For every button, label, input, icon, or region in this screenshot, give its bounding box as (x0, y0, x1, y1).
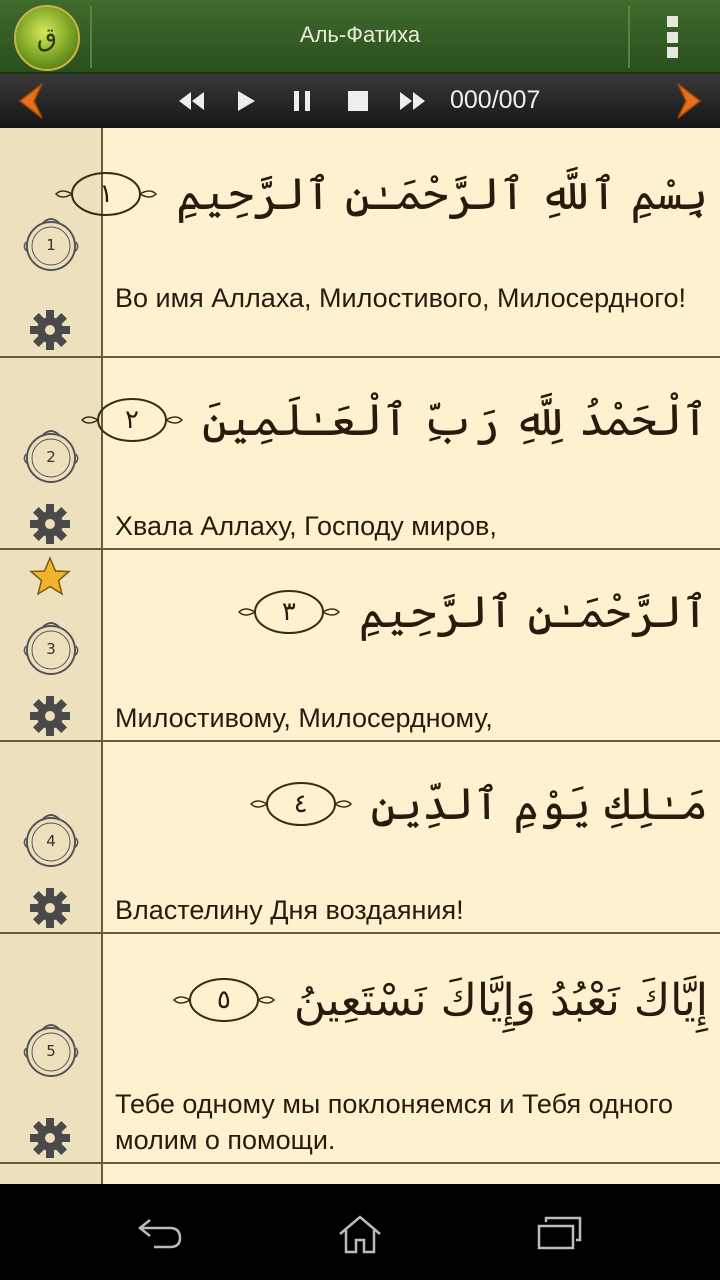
verse-settings-gear-icon[interactable] (28, 694, 72, 738)
ayah-number-frame: ٥ (172, 974, 276, 1026)
play-icon[interactable] (231, 86, 261, 116)
verse-translation: Во имя Аллаха, Милостивого, Милосердного… (115, 283, 686, 313)
verse-row[interactable] (0, 1164, 720, 1184)
pause-icon[interactable] (287, 86, 317, 116)
divider (628, 6, 630, 68)
verse-gutter: 4 (0, 742, 103, 932)
app-bar: ق Аль-Фатиха (0, 0, 720, 74)
verse-translation: Властелину Дня воздаяния! (115, 895, 464, 925)
verse-number-medal: 1 (20, 212, 82, 274)
arabic-verse-text: مَـٰلِكِ يَوْمِ ٱلدِّينِ ٤ (249, 778, 708, 830)
verse-gutter (0, 1164, 103, 1184)
arabic-verse-text: بِسْمِ ٱللَّهِ ٱلرَّحْمَـٰنِ ٱلرَّحِيمِ … (54, 168, 708, 220)
next-surah-icon[interactable] (670, 80, 712, 122)
fast-forward-icon[interactable] (398, 86, 428, 116)
home-icon[interactable] (336, 1214, 384, 1254)
verse-gutter: 1 (0, 128, 103, 356)
verse-row[interactable]: 2 ٱلْحَمْدُ لِلَّهِ رَبِّ ٱلْعَـٰلَمِينَ… (0, 358, 720, 550)
verse-row[interactable]: 3 ٱلرَّحْمَـٰنِ ٱلرَّحِيمِ ٣ Милостивому… (0, 550, 720, 742)
verse-list[interactable]: 1 بِسْمِ ٱللَّهِ ٱلرَّحْمَـٰنِ ٱلرَّحِيم… (0, 128, 720, 1184)
ayah-number-frame: ٣ (237, 586, 341, 638)
verse-translation: Милостивому, Милосердному, (115, 703, 493, 733)
page-title: Аль-Фатиха (299, 22, 421, 47)
verse-translation: Тебе одному мы поклоняемся и Тебя одного… (115, 1089, 674, 1155)
verse-row[interactable]: 5 إِيَّاكَ نَعْبُدُ وَإِيَّاكَ نَسْتَعِي… (0, 934, 720, 1164)
verse-settings-gear-icon[interactable] (28, 886, 72, 930)
verse-gutter: 5 (0, 934, 103, 1162)
system-nav-bar (0, 1184, 720, 1280)
arabic-verse-text: ٱلرَّحْمَـٰنِ ٱلرَّحِيمِ ٣ (237, 586, 708, 638)
verse-gutter: 3 (0, 550, 103, 740)
ayah-number-frame: ٤ (249, 778, 353, 830)
ayah-number-frame: ٢ (80, 394, 184, 446)
verse-number-medal: 3 (20, 616, 82, 678)
verse-number-medal: 4 (20, 808, 82, 870)
verse-row[interactable]: 1 بِسْمِ ٱللَّهِ ٱلرَّحْمَـٰنِ ٱلرَّحِيم… (0, 128, 720, 358)
arabic-verse-text: ٱلْحَمْدُ لِلَّهِ رَبِّ ٱلْعَـٰلَمِينَ ٢ (80, 394, 708, 446)
arabic-verse-text: إِيَّاكَ نَعْبُدُ وَإِيَّاكَ نَسْتَعِينُ… (172, 974, 708, 1026)
verse-gutter: 2 (0, 358, 103, 548)
verse-counter: 000/007 (450, 86, 541, 114)
recent-apps-icon[interactable] (536, 1214, 584, 1250)
prev-surah-icon[interactable] (8, 80, 50, 122)
verse-settings-gear-icon[interactable] (28, 502, 72, 546)
audio-player-bar: 000/007 (0, 74, 720, 128)
verse-number-medal: 2 (20, 424, 82, 486)
stop-icon[interactable] (343, 86, 373, 116)
quran-logo-icon[interactable]: ق (14, 5, 80, 71)
verse-translation: Хвала Аллаху, Господу миров, (115, 511, 497, 541)
ayah-number-frame: ١ (54, 168, 158, 220)
overflow-menu-icon[interactable] (662, 16, 682, 58)
verse-settings-gear-icon[interactable] (28, 1116, 72, 1160)
bookmark-star-icon[interactable] (29, 556, 71, 598)
verse-settings-gear-icon[interactable] (28, 308, 72, 352)
verse-row[interactable]: 4 مَـٰلِكِ يَوْمِ ٱلدِّينِ ٤ Властелину … (0, 742, 720, 934)
back-icon[interactable] (136, 1214, 184, 1250)
rewind-icon[interactable] (176, 86, 206, 116)
verse-number-medal: 5 (20, 1018, 82, 1080)
